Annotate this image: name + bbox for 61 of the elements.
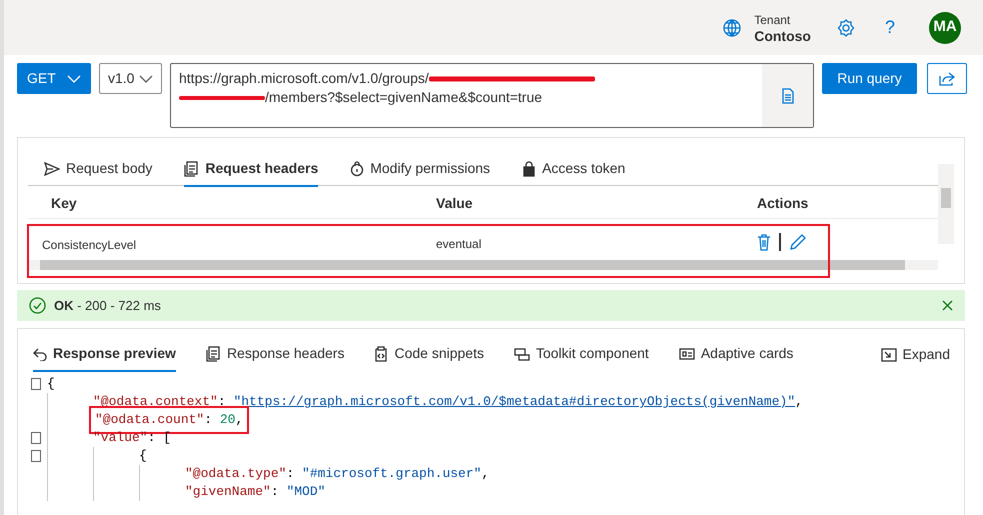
pencil-icon [789, 233, 807, 251]
help-button[interactable]: ? [884, 14, 895, 41]
tenant-name: Contoso [754, 28, 811, 44]
version-dropdown[interactable]: v1.0 [99, 63, 162, 94]
expand-button[interactable]: Expand [880, 344, 950, 365]
globe-icon [722, 18, 742, 38]
tenant-label: Tenant [754, 12, 792, 28]
close-button[interactable] [942, 300, 953, 311]
code-document-icon [374, 346, 388, 362]
tab[interactable]: Modify permissions [350, 152, 490, 187]
tab[interactable]: Access token [522, 152, 626, 187]
trash-icon [757, 233, 771, 251]
fold-toggle[interactable] [31, 432, 41, 444]
tab[interactable]: Request body [44, 152, 152, 187]
column-header: Value [436, 194, 473, 213]
tab[interactable]: Response headers [206, 337, 344, 372]
avatar[interactable]: MA [929, 12, 961, 44]
card-icon [678, 346, 695, 360]
settings-button[interactable] [836, 18, 855, 36]
status-message: OK - 200 - 722 ms [54, 296, 162, 315]
column-header: Actions [757, 194, 808, 213]
tab[interactable]: Adaptive cards [678, 337, 794, 372]
url-field[interactable]: https://graph.microsoft.com/v1.0/groups/ /members?$select=givenName&$count=true [170, 63, 814, 128]
close-icon [942, 300, 953, 311]
share-button[interactable] [927, 63, 967, 94]
expand-icon [880, 348, 897, 362]
code-line: { [47, 375, 55, 394]
document-icon [206, 346, 221, 362]
checkmark-circle-icon [29, 297, 46, 314]
chevron-down-icon [139, 74, 153, 82]
component-icon [514, 346, 530, 360]
tab[interactable]: Code snippets [374, 337, 484, 372]
code-line: "value": [ [93, 429, 172, 448]
document-button[interactable] [762, 64, 813, 127]
table-cell-text: eventual [436, 236, 482, 253]
tab[interactable]: Response preview [33, 337, 176, 372]
fold-toggle[interactable] [31, 378, 41, 390]
edit-button[interactable] [789, 233, 807, 251]
chevron-down-icon [67, 74, 81, 82]
code-line: "@odata.type": "#microsoft.graph.user", [185, 465, 490, 484]
lock-icon [350, 160, 364, 176]
table-cell-text: ConsistencyLevel [42, 237, 136, 254]
delete-button[interactable] [757, 233, 771, 251]
run-query-button[interactable]: Run query [822, 63, 917, 94]
document-icon [184, 160, 200, 176]
settings-icon [836, 18, 855, 36]
code-line: "givenName": "MOD" [185, 483, 326, 502]
method-dropdown[interactable]: GET [17, 63, 91, 94]
horizontal-scrollbar[interactable] [28, 260, 938, 270]
vertical-scrollbar[interactable] [938, 164, 954, 244]
share-icon [939, 72, 955, 86]
code-line: "@odata.context": "https://graph.microsoft.com/v1.0/$metadata#directoryObjects(givenName)", [93, 393, 803, 412]
document-icon [782, 88, 794, 104]
undo-arrow-icon [33, 346, 47, 360]
lock-icon [522, 160, 536, 176]
code-line: { [139, 447, 147, 466]
fold-toggle[interactable] [31, 450, 41, 462]
send-icon [44, 162, 60, 176]
tab[interactable]: Toolkit component [514, 337, 649, 372]
tab[interactable]: Request headers [184, 152, 318, 187]
column-header: Key [51, 194, 77, 213]
